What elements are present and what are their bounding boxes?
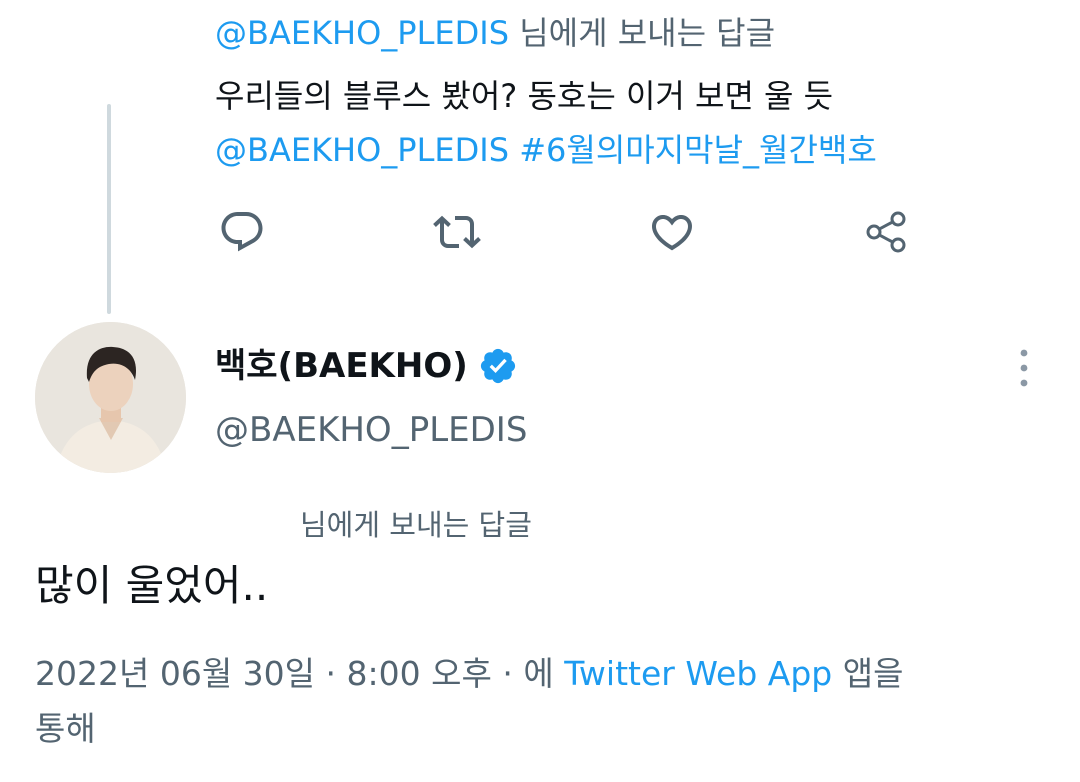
thread-connector-line <box>107 104 111 314</box>
mention-link[interactable]: @BAEKHO_PLEDIS <box>215 131 509 169</box>
parent-reply-context: @BAEKHO_PLEDIS 님에게 보내는 답글 <box>215 13 775 53</box>
retweet-button[interactable] <box>433 208 481 256</box>
author-display-name[interactable]: 백호(BAEKHO) <box>215 344 468 388</box>
tweet-metadata: 2022년 06월 30일 · 8:00 오후 · 에 Twitter Web … <box>35 652 903 696</box>
tweet-metadata-line2: 통해 <box>35 709 96 748</box>
parent-tweet-tags: @BAEKHO_PLEDIS #6월의마지막날_월간백호 <box>215 130 877 170</box>
author-handle[interactable]: @BAEKHO_PLEDIS <box>215 408 527 452</box>
like-icon <box>651 215 693 251</box>
avatar[interactable] <box>35 322 186 473</box>
retweet-icon <box>433 215 481 249</box>
reply-context-label: 님에게 보내는 답글 <box>300 508 532 542</box>
like-button[interactable] <box>648 208 696 256</box>
source-app-link[interactable]: Twitter Web App <box>564 654 832 693</box>
tweet-date[interactable]: 2022년 06월 30일 <box>35 654 315 693</box>
tweet-time[interactable]: 8:00 오후 <box>347 654 492 693</box>
share-icon <box>866 211 906 253</box>
more-options-button[interactable] <box>1004 344 1044 392</box>
meta-separator: · <box>325 654 337 693</box>
via-suffix: 앱을 <box>842 654 904 693</box>
via-prefix: 에 <box>523 654 554 693</box>
reply-to-handle-link[interactable]: @BAEKHO_PLEDIS <box>215 14 509 52</box>
reply-to-suffix: 님에게 보내는 답글 <box>519 14 776 52</box>
profile-photo <box>35 322 186 473</box>
verified-badge-icon <box>480 348 515 384</box>
tweet-text: 많이 울었어.. <box>35 561 269 610</box>
reply-button[interactable] <box>218 208 266 256</box>
hashtag-link[interactable]: #6월의마지막날_월간백호 <box>519 131 877 169</box>
meta-separator: · <box>502 654 513 693</box>
parent-tweet-text: 우리들의 블루스 봤어? 동호는 이거 보면 울 듯 <box>215 77 834 115</box>
reply-icon <box>221 212 263 252</box>
author-name-row[interactable]: 백호(BAEKHO) <box>215 344 518 388</box>
more-vertical-icon <box>1020 349 1028 387</box>
share-button[interactable] <box>862 208 910 256</box>
